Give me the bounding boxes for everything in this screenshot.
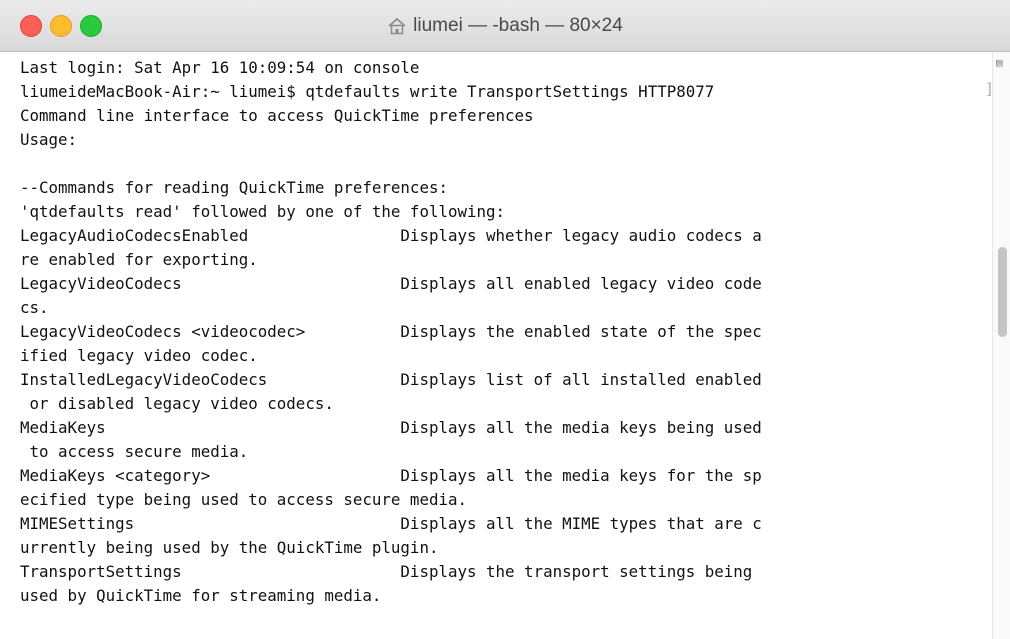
terminal-line: ified legacy video codec. (20, 346, 258, 365)
terminal-line: MediaKeys Displays all the media keys be… (20, 418, 762, 437)
vertical-scrollbar[interactable] (992, 52, 1010, 639)
terminal-line: re enabled for exporting. (20, 250, 258, 269)
terminal-line: used by QuickTime for streaming media. (20, 586, 382, 605)
terminal-line: TransportSettings Displays the transport… (20, 562, 753, 581)
terminal-line: LegacyVideoCodecs <videocodec> Displays … (20, 322, 762, 341)
window-title-container: liumei — -bash — 80×24 (0, 0, 1010, 52)
terminal-line: Last login: Sat Apr 16 10:09:54 on conso… (20, 58, 420, 77)
home-icon (388, 17, 406, 35)
terminal-line: --Commands for reading QuickTime prefere… (20, 178, 448, 197)
terminal-line: 'qtdefaults read' followed by one of the… (20, 202, 506, 221)
terminal-line: MediaKeys <category> Displays all the me… (20, 466, 762, 485)
bookmark-icon: ▤ (996, 56, 1003, 69)
terminal-line: Command line interface to access QuickTi… (20, 106, 534, 125)
scrollbar-thumb[interactable] (998, 247, 1007, 337)
terminal-line: LegacyVideoCodecs Displays all enabled l… (20, 274, 762, 293)
terminal-line: LegacyAudioCodecsEnabled Displays whethe… (20, 226, 762, 245)
terminal-line: InstalledLegacyVideoCodecs Displays list… (20, 370, 762, 389)
window-title: liumei — -bash — 80×24 (413, 15, 623, 36)
title-bar[interactable]: liumei — -bash — 80×24 (0, 0, 1010, 52)
terminal-line: or disabled legacy video codecs. (20, 394, 334, 413)
terminal-line: cs. (20, 298, 49, 317)
terminal-line: to access secure media. (20, 442, 249, 461)
terminal-output[interactable]: Last login: Sat Apr 16 10:09:54 on conso… (20, 56, 995, 639)
terminal-line: Usage: (20, 130, 78, 149)
terminal-window: liumei — -bash — 80×24 Last login: Sat A… (0, 0, 1010, 639)
selection-bracket-icon: ] (985, 80, 995, 98)
terminal-line: ecified type being used to access secure… (20, 490, 467, 509)
terminal-line: MIMESettings Displays all the MIME types… (20, 514, 762, 533)
terminal-line: liumeideMacBook-Air:~ liumei$ qtdefaults… (20, 82, 715, 101)
terminal-line: urrently being used by the QuickTime plu… (20, 538, 439, 557)
